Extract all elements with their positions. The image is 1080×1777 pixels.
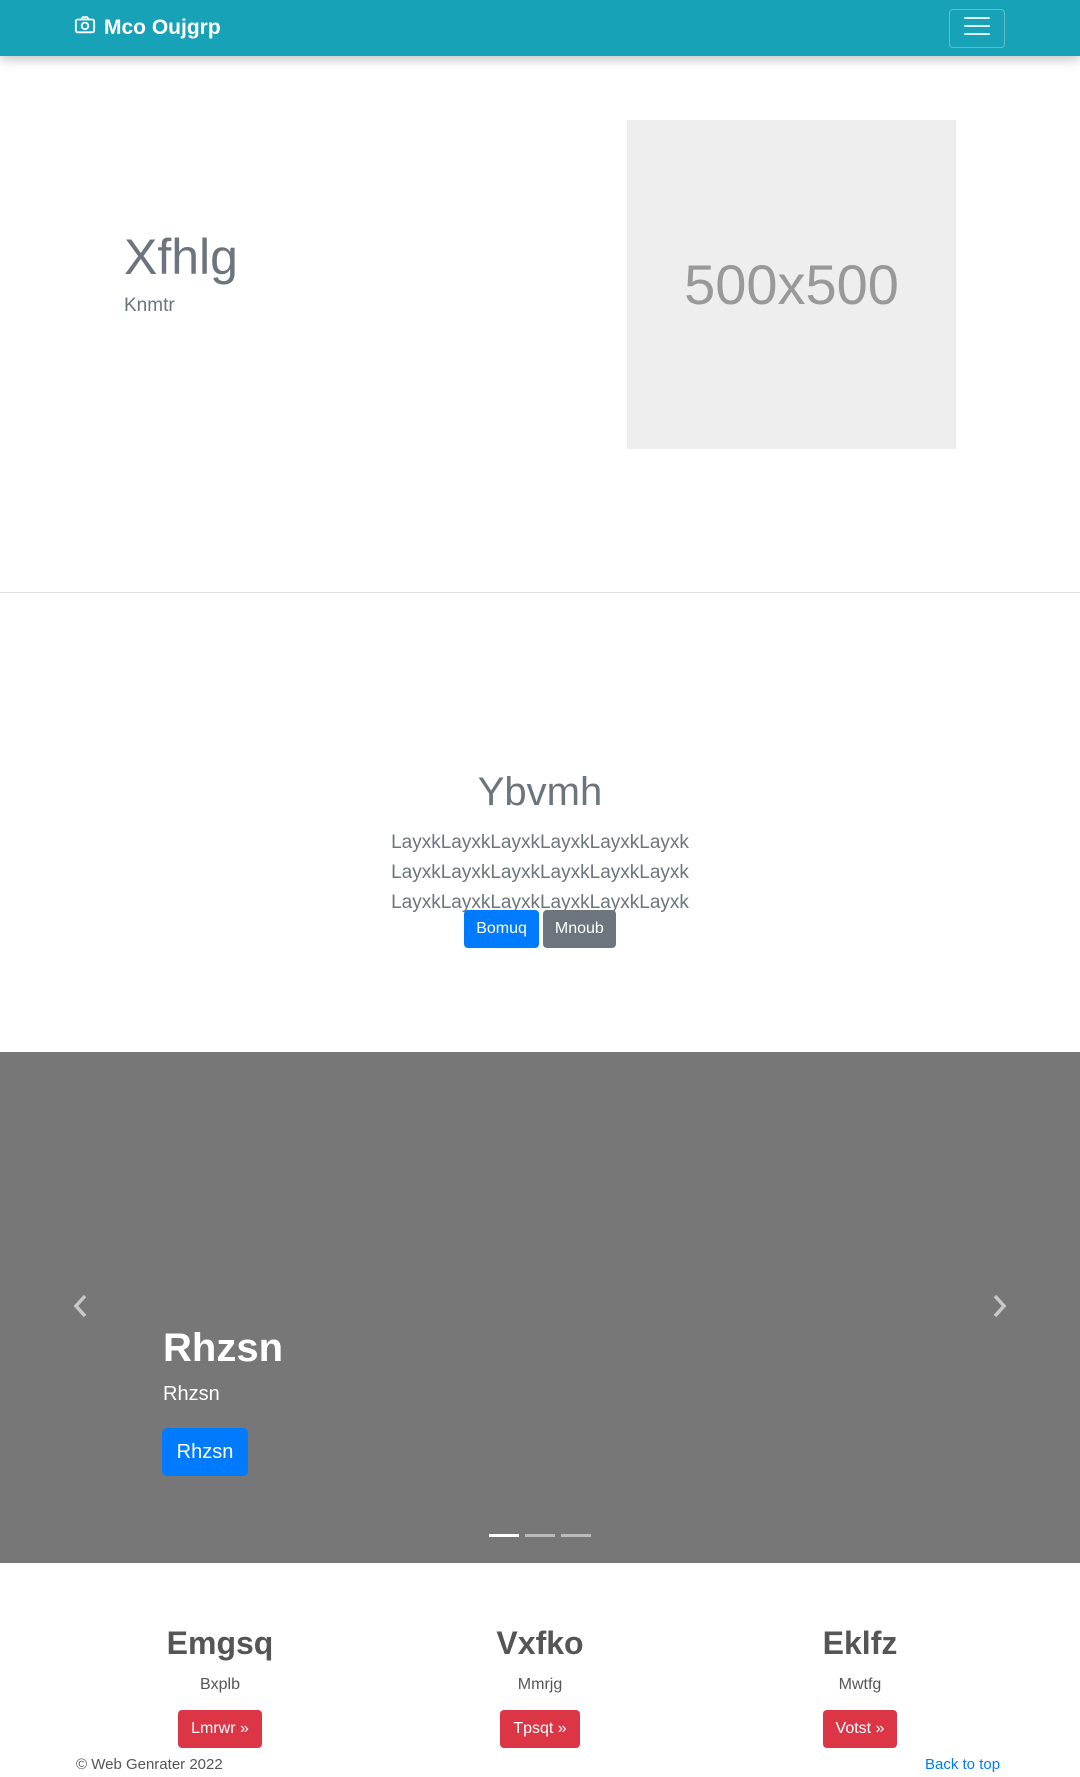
feature-column: Vxfko Mmrjg Tpsqt »	[430, 1625, 650, 1748]
chevron-right-icon[interactable]	[988, 1293, 1010, 1319]
carousel-caption-title: Rhzsn	[163, 1326, 283, 1370]
chevron-left-icon[interactable]	[70, 1293, 92, 1319]
column-text: Mwtfg	[838, 1676, 882, 1693]
hero-title: Xfhlg	[124, 229, 238, 285]
column-text: Mmrjg	[517, 1676, 563, 1693]
navbar: Mco Oujgrp	[0, 0, 1080, 56]
camera-icon	[74, 14, 96, 42]
navbar-brand[interactable]: Mco Oujgrp	[74, 14, 221, 42]
carousel: Rhzsn Rhzsn Rhzsn	[0, 1052, 1080, 1563]
section-divider	[0, 592, 1080, 593]
jumbotron-title: Ybvmh	[477, 770, 603, 814]
carousel-indicator[interactable]	[525, 1534, 555, 1537]
navbar-toggler-button[interactable]	[949, 9, 1005, 48]
feature-column: Eklfz Mwtfg Votst »	[750, 1625, 970, 1748]
jumbotron-primary-button[interactable]: Bomuq	[464, 910, 539, 948]
carousel-indicator[interactable]	[561, 1534, 591, 1537]
hamburger-menu-icon	[963, 15, 991, 42]
hero-image-placeholder: 500x500	[627, 120, 956, 449]
carousel-indicators	[0, 1534, 1080, 1537]
carousel-indicator[interactable]	[489, 1534, 519, 1537]
jumbotron-lead: LayxkLayxkLayxkLayxkLayxkLayxk LayxkLayx…	[391, 832, 689, 913]
placeholder-label: 500x500	[684, 253, 899, 316]
jumbotron-secondary-button[interactable]: Mnoub	[542, 910, 616, 948]
jumbotron-buttons: Bomuq Mnoub	[0, 910, 1080, 948]
column-text: Bxplb	[199, 1676, 241, 1693]
column-button[interactable]: Tpsqt »	[500, 1710, 580, 1748]
footer-copyright: © Web Genrater 2022	[76, 1756, 223, 1773]
carousel-caption-button[interactable]: Rhzsn	[162, 1428, 248, 1476]
column-button[interactable]: Lmrwr »	[178, 1710, 262, 1748]
column-heading: Vxfko	[496, 1625, 584, 1661]
brand-label: Mco Oujgrp	[104, 16, 221, 39]
carousel-caption-text: Rhzsn	[163, 1383, 220, 1405]
column-heading: Eklfz	[822, 1625, 898, 1661]
feature-column: Emgsq Bxplb Lmrwr »	[110, 1625, 330, 1748]
column-button[interactable]: Votst »	[822, 1710, 898, 1748]
back-to-top-link[interactable]: Back to top	[925, 1756, 1000, 1773]
hero-subtitle: Knmtr	[124, 295, 175, 316]
column-heading: Emgsq	[166, 1625, 274, 1661]
